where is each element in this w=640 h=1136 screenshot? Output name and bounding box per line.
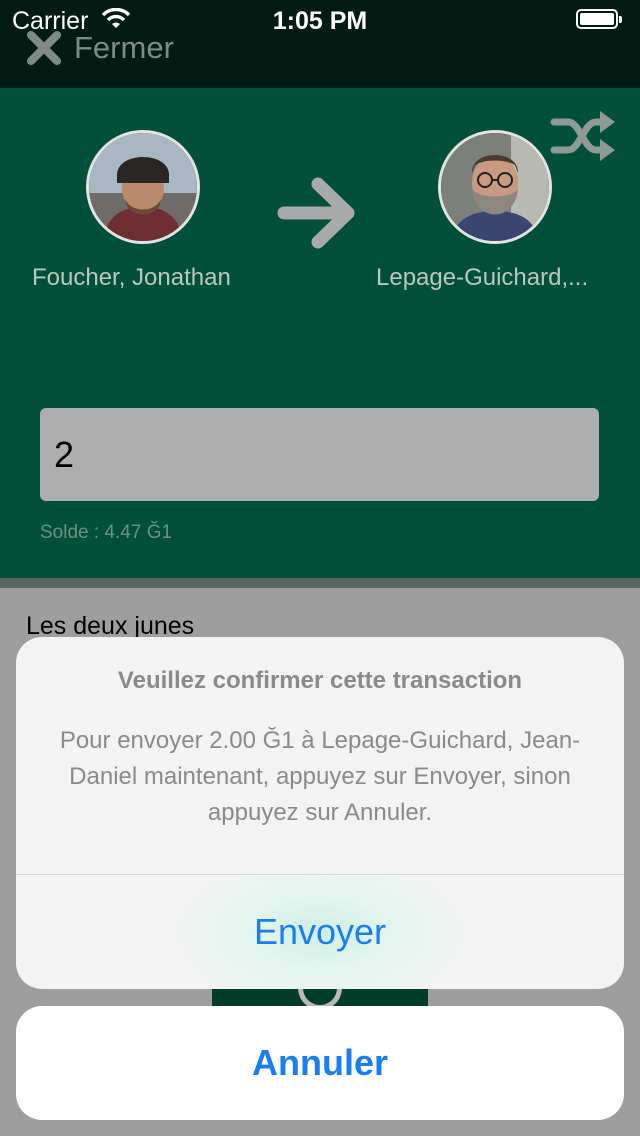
shuffle-icon[interactable] <box>550 108 616 164</box>
sheet-title: Veuillez confirmer cette transaction <box>117 667 523 694</box>
transfer-screen: Carrier 1:05 PM Fermer Foucher, Jonathan… <box>0 0 640 1136</box>
recipient-name: Lepage-Guichard,... <box>376 264 589 291</box>
confirm-action-sheet: Veuillez confirmer cette transaction Pou… <box>16 637 624 989</box>
close-label: Fermer <box>74 30 174 65</box>
balance-label: Solde : 4.47 Ğ1 <box>40 522 173 543</box>
close-icon <box>27 31 61 65</box>
sheet-message: Pour envoyer 2.00 Ğ1 à Lepage-Guichard, … <box>59 727 581 826</box>
close-button[interactable]: Fermer <box>26 26 174 70</box>
sender-name: Foucher, Jonathan <box>32 264 231 291</box>
send-button[interactable]: Envoyer <box>16 875 624 989</box>
arrow-right-icon <box>277 177 355 249</box>
cancel-button[interactable]: Annuler <box>16 1006 624 1120</box>
top-bar: Carrier 1:05 PM Fermer <box>0 0 640 88</box>
recipient-avatar[interactable] <box>438 130 552 244</box>
battery-icon <box>576 9 622 29</box>
panel-separator <box>0 578 640 588</box>
transfer-panel: Foucher, Jonathan Lepage-Guichard,... So… <box>0 88 640 578</box>
sender-avatar[interactable] <box>86 130 200 244</box>
amount-input[interactable] <box>40 408 599 501</box>
